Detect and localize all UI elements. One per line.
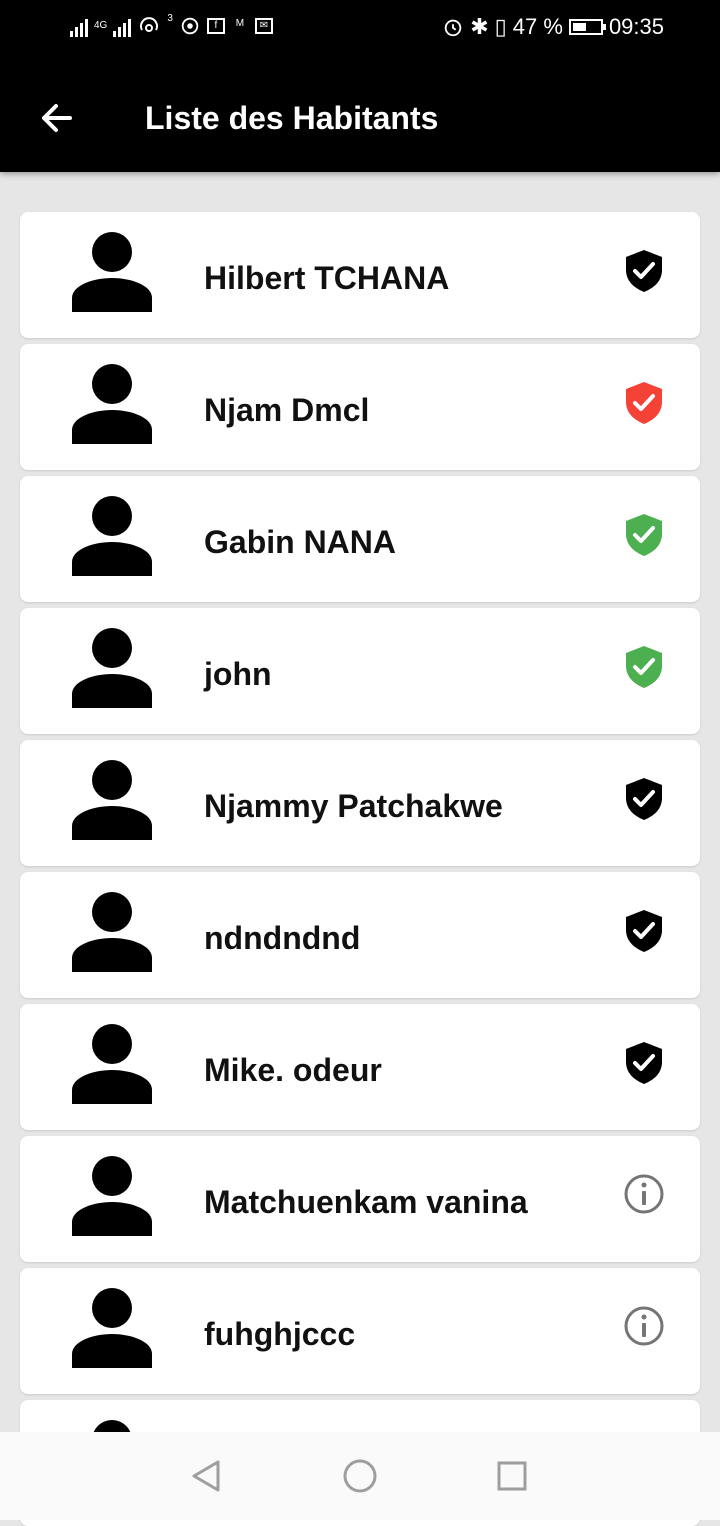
resident-name: fuhghjccc: [204, 1316, 356, 1352]
info-icon: [624, 1306, 664, 1346]
resident-card[interactable]: Hilbert TCHANA: [20, 212, 700, 338]
person-icon: [72, 892, 152, 972]
person-icon: [72, 232, 152, 312]
resident-card[interactable]: john: [20, 608, 700, 734]
resident-name: Mike. odeur: [204, 1052, 382, 1088]
status-right-icons: ✱ ▯ 47 % 09:35: [442, 14, 664, 40]
clock: 09:35: [608, 14, 664, 39]
resident-name: Gabin NANA: [204, 524, 396, 560]
system-nav-bar: [0, 1432, 720, 1520]
resident-card[interactable]: Mike. odeur: [20, 1004, 700, 1130]
resident-card[interactable]: Njammy Patchakwe: [20, 740, 700, 866]
bluetooth-icon: ✱: [470, 14, 489, 39]
shield-check-icon: [626, 382, 662, 424]
nav-back-button[interactable]: [186, 1456, 226, 1496]
back-nav-icon: [192, 1460, 220, 1492]
arrow-back-icon: [42, 104, 72, 132]
recents-nav-icon: [497, 1461, 527, 1491]
battery-icon: [568, 19, 606, 35]
battery-percent: 47 %: [512, 14, 563, 39]
resident-name: Hilbert TCHANA: [204, 260, 450, 296]
resident-name: john: [204, 656, 272, 692]
resident-card[interactable]: Gabin NANA: [20, 476, 700, 602]
info-icon: [624, 1174, 664, 1214]
resident-name: Matchuenkam vanina: [204, 1184, 528, 1220]
shield-check-icon: [626, 646, 662, 688]
resident-name: Njammy Patchakwe: [204, 788, 503, 824]
signal-icon-2: [113, 15, 132, 37]
status-left-icons: 4G 3 f M ✉: [70, 14, 273, 38]
person-icon: [72, 628, 152, 708]
message-icon: M: [235, 18, 245, 29]
page-title: Liste des Habitants: [145, 100, 439, 136]
person-icon: [72, 496, 152, 576]
back-button[interactable]: [34, 96, 78, 140]
resident-card[interactable]: ndndndnd: [20, 872, 700, 998]
resident-name: Njam Dmcl: [204, 392, 370, 428]
vibrate-icon: ▯: [494, 14, 507, 39]
hotspot-icon-2: [181, 17, 199, 35]
hotspot-icon: [140, 17, 159, 32]
hotspot-count: 3: [167, 13, 173, 24]
resident-card[interactable]: Njam Dmcl: [20, 344, 700, 470]
person-icon: [72, 364, 152, 444]
nav-recents-button[interactable]: [492, 1456, 532, 1496]
network-type-label: 4G: [94, 20, 108, 31]
shield-check-icon: [626, 910, 662, 952]
shield-check-icon: [626, 1042, 662, 1084]
person-icon: [72, 760, 152, 840]
resident-card[interactable]: fuhghjccc: [20, 1268, 700, 1394]
app-bar: Liste des Habitants: [0, 62, 720, 172]
home-nav-icon: [343, 1459, 377, 1493]
person-icon: [72, 1288, 152, 1368]
shield-check-icon: [626, 514, 662, 556]
nav-home-button[interactable]: [340, 1456, 380, 1496]
shield-check-icon: [626, 778, 662, 820]
shield-check-icon: [626, 250, 662, 292]
resident-card[interactable]: Matchuenkam vanina: [20, 1136, 700, 1262]
alarm-icon: [444, 19, 462, 37]
signal-icon: [70, 15, 88, 37]
person-icon: [72, 1024, 152, 1104]
person-icon: [72, 1156, 152, 1236]
resident-name: ndndndnd: [204, 920, 361, 956]
facebook-icon: f: [206, 18, 225, 34]
status-bar: 4G 3 f M ✉ ✱ ▯ 47 % 09:35: [0, 0, 720, 62]
mail-icon: ✉: [254, 18, 273, 34]
